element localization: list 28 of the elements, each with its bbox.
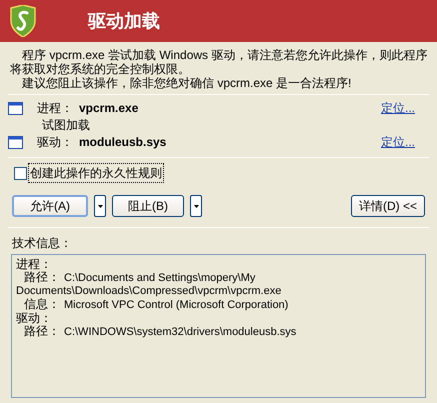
item-label: 驱动： xyxy=(37,134,73,151)
action-button[interactable]: 阻止(B) xyxy=(112,195,184,217)
shield-logo-icon xyxy=(10,5,36,37)
message-text: 建议您阻止该操作，除非您绝对确信 vpcrm.exe 是一合法程序! xyxy=(21,76,352,90)
window-icon xyxy=(8,136,23,148)
window-title: 驱动加载 xyxy=(88,10,160,32)
locate-link[interactable]: 定位... xyxy=(380,133,415,151)
window-icon xyxy=(8,102,23,114)
dropdown-button[interactable] xyxy=(190,195,202,217)
item-label: 进程： xyxy=(37,100,73,117)
rule-checkbox[interactable] xyxy=(14,166,27,180)
section-label: 技术信息： xyxy=(12,235,73,252)
dropdown-button[interactable] xyxy=(94,195,106,217)
item-name: vpcrm.exe xyxy=(79,100,138,117)
info-line: 路径： C:\Documents and Settings\mopery\My Documents\Downloads\Compressed\vpcrm\vpcrm.exe xyxy=(16,271,282,298)
checkbox-label[interactable]: 创建此操作的永久性规则 xyxy=(28,163,164,183)
locate-link[interactable]: 定位... xyxy=(380,99,415,117)
info-heading: 驱动： xyxy=(16,312,53,325)
info-heading: 进程： xyxy=(16,258,53,271)
info-line: 信息： Microsoft VPC Control (Microsoft Corporation) xyxy=(23,298,290,312)
action-button[interactable]: 详情(D) << xyxy=(351,195,425,217)
item-name: moduleusb.sys xyxy=(79,134,166,151)
caret-icon xyxy=(98,204,102,208)
info-line: 路径： C:\WINDOWS\system32\drivers\moduleusb.sys xyxy=(23,325,298,339)
status-text: 试图加载 xyxy=(41,117,91,133)
message-text: 程序 vpcrm.exe 尝试加载 Windows 驱动，请注意若您允许此操作，则此程序将获取对您系统的完全控制权限。 xyxy=(10,48,428,76)
action-button[interactable]: 允许(A) xyxy=(12,195,88,217)
caret-icon xyxy=(194,204,198,208)
